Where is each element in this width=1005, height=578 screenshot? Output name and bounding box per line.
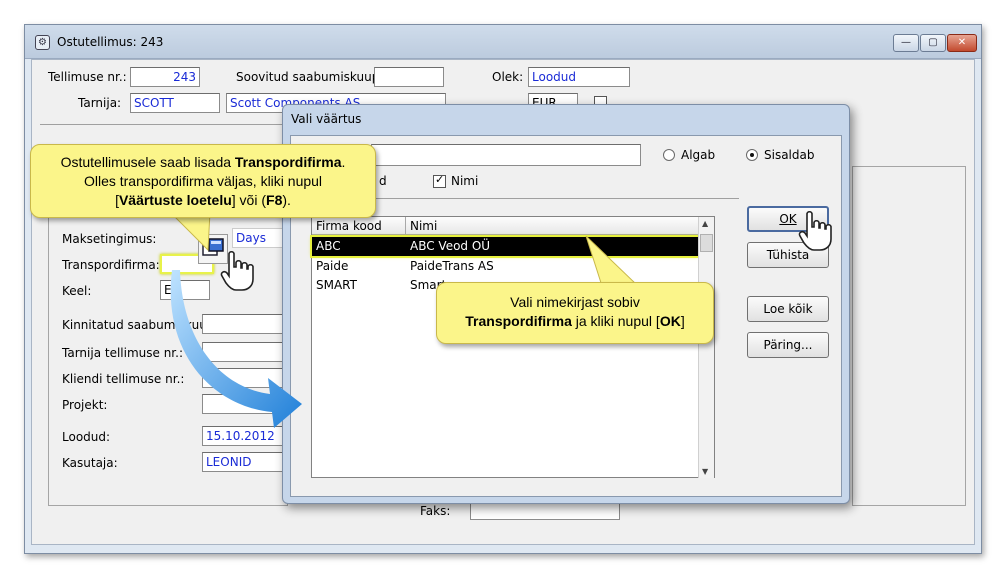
status-label: Olek: <box>492 70 524 84</box>
group-divider <box>40 124 290 125</box>
transport-company-label: Transpordifirma: <box>62 258 160 272</box>
row-code: ABC <box>316 239 341 253</box>
screenshot-stage: ⚙ Ostutellimus: 243 — ▢ ✕ Tellimuse nr.:… <box>0 0 1005 578</box>
project-label: Projekt: <box>62 398 108 412</box>
radio-sisaldab[interactable] <box>746 149 758 161</box>
payment-terms-label: Maksetingimus: <box>62 232 157 246</box>
callout-left-line2: Olles transpordifirma väljas, kliki nupu… <box>83 173 323 189</box>
row-code: Paide <box>316 259 349 273</box>
radio-algab[interactable] <box>663 149 675 161</box>
scroll-up-icon[interactable]: ▲ <box>702 219 708 228</box>
callout-left-line1: Ostutellimusele saab lisada Transpordifi… <box>60 154 346 170</box>
callout-pointer-left <box>169 212 211 252</box>
app-gear-icon: ⚙ <box>35 35 50 50</box>
supplier-order-number-label: Tarnija tellimuse nr.: <box>62 346 183 360</box>
name-checkbox[interactable]: ✓ <box>433 173 446 188</box>
column-separator <box>405 217 406 235</box>
radio-algab-label: Algab <box>681 148 716 162</box>
window-titlebar[interactable]: ⚙ Ostutellimus: 243 — ▢ ✕ <box>25 25 981 59</box>
desired-arrival-field[interactable] <box>374 67 444 87</box>
order-number-field[interactable]: 243 <box>130 67 200 87</box>
payment-terms-field[interactable]: Days <box>232 228 286 248</box>
scroll-down-icon[interactable]: ▼ <box>702 467 708 476</box>
user-field[interactable]: LEONID <box>202 452 286 472</box>
client-order-number-label: Kliendi tellimuse nr.: <box>62 372 185 386</box>
language-label: Keel: <box>62 284 92 298</box>
query-button-label: Päring... <box>763 338 813 352</box>
scroll-thumb[interactable] <box>700 234 713 252</box>
row-name: PaideTrans AS <box>410 259 494 273</box>
value-list-table[interactable]: Firma kood Nimi ABC ABC Veod OÜ Paide Pa… <box>310 216 715 478</box>
radio-sisaldab-label: Sisaldab <box>764 148 815 162</box>
maximize-button[interactable]: ▢ <box>920 34 946 52</box>
column-header-code[interactable]: Firma kood <box>316 219 382 233</box>
ok-button-label: OK <box>779 212 797 226</box>
row-name: ABC Veod OÜ <box>410 239 491 253</box>
callout-pointer-right <box>585 236 640 287</box>
pointer-hand-icon <box>220 250 254 291</box>
table-scrollbar[interactable]: ▲ ▼ <box>698 217 714 478</box>
user-label: Kasutaja: <box>62 456 118 470</box>
close-button[interactable]: ✕ <box>947 34 977 52</box>
name-checkbox-label: Nimi <box>451 174 479 188</box>
column-header-name[interactable]: Nimi <box>410 219 437 233</box>
query-button[interactable]: Päring... <box>747 332 829 358</box>
minimize-button[interactable]: — <box>893 34 919 52</box>
load-all-button-label: Loe kõik <box>763 302 813 316</box>
window-title: Ostutellimus: 243 <box>57 35 164 49</box>
callout-right: Vali nimekirjast sobiv Transpordifirma j… <box>436 282 714 344</box>
curved-arrow-icon <box>170 270 302 428</box>
callout-left: Ostutellimusele saab lisada Transpordifi… <box>30 144 376 218</box>
row-code: SMART <box>316 278 357 292</box>
dialog-title: Vali väärtus <box>291 112 362 126</box>
load-all-button[interactable]: Loe kõik <box>747 296 829 322</box>
pointer-hand-ok-icon <box>798 210 832 251</box>
right-groupbox <box>852 166 966 506</box>
table-header: Firma kood Nimi <box>312 217 698 235</box>
callout-right-line1: Vali nimekirjast sobiv <box>510 294 640 310</box>
search-input[interactable] <box>371 144 641 166</box>
callout-right-line2: Transpordifirma ja kliki nupul [OK] <box>465 313 685 329</box>
callout-left-line3: [Väärtuste loetelu] või (F8). <box>115 192 291 208</box>
order-number-label: Tellimuse nr.: <box>48 70 127 84</box>
fax-label: Faks: <box>420 504 451 518</box>
desired-arrival-label: Soovitud saabumiskuup.: <box>236 70 388 84</box>
created-label: Loodud: <box>62 430 111 444</box>
code-checkbox-label-partial: d <box>379 174 387 188</box>
supplier-label: Tarnija: <box>78 96 122 110</box>
status-field[interactable]: Loodud <box>528 67 630 87</box>
supplier-code-field[interactable]: SCOTT <box>130 93 220 113</box>
check-mark-icon: ✓ <box>435 173 445 186</box>
